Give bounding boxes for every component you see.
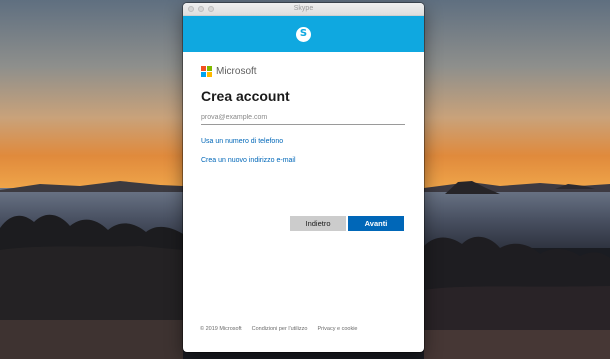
- back-button[interactable]: Indietro: [290, 216, 346, 231]
- skype-header: S: [183, 16, 424, 52]
- window-titlebar[interactable]: Skype: [183, 3, 424, 16]
- terms-of-use-link[interactable]: Condizioni per l'utilizzo: [252, 326, 308, 332]
- brand-name: Microsoft: [216, 66, 257, 77]
- footer: © 2019 Microsoft Condizioni per l'utiliz…: [200, 326, 357, 332]
- signup-form: Microsoft Crea account Usa un numero di …: [183, 52, 424, 338]
- window-title: Skype: [293, 5, 314, 12]
- microsoft-logo-icon: [201, 66, 212, 77]
- next-button[interactable]: Avanti: [348, 216, 404, 231]
- skype-icon: S: [296, 26, 311, 42]
- skype-window: Skype S Microsoft Crea account Usa un nu…: [183, 3, 424, 352]
- microsoft-brand: Microsoft: [201, 66, 406, 77]
- create-new-email-link[interactable]: Crea un nuovo indirizzo e-mail: [201, 156, 406, 165]
- use-phone-number-link[interactable]: Usa un numero di telefono: [201, 137, 406, 146]
- privacy-cookies-link[interactable]: Privacy e cookie: [317, 326, 357, 332]
- page-title: Crea account: [201, 88, 290, 104]
- skype-logo-letter: S: [299, 28, 308, 39]
- copyright-text: © 2019 Microsoft: [200, 326, 242, 332]
- form-actions: Indietro Avanti: [290, 216, 404, 231]
- email-input[interactable]: [201, 113, 405, 125]
